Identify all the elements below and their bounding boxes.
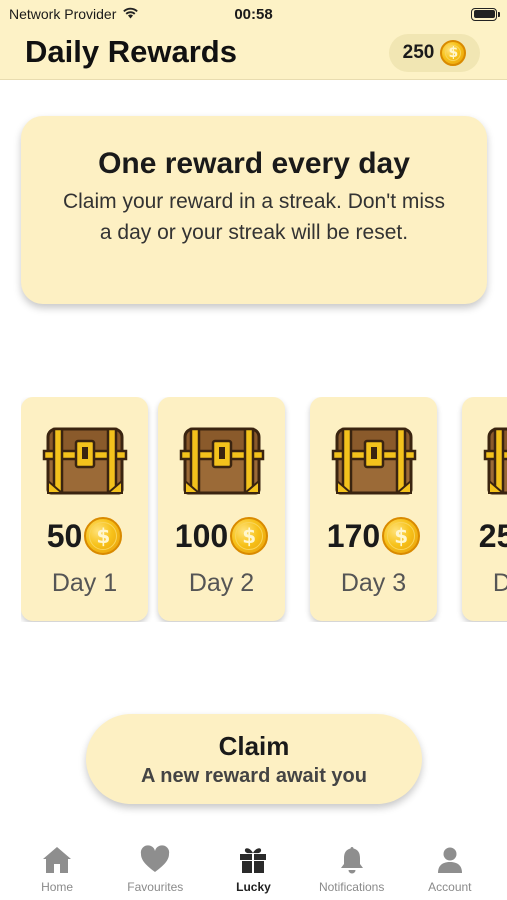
page-title: Daily Rewards [25, 34, 237, 69]
claim-button-title: Claim [218, 731, 290, 761]
tab-notifications[interactable]: Notifications [304, 844, 400, 900]
gift-icon [240, 848, 267, 873]
day-label: Day 3 [340, 569, 407, 597]
day-reward-amount: 250 $ [462, 517, 507, 555]
coin-balance-value: 250 [402, 42, 435, 63]
info-card-title: One reward every day [98, 147, 410, 180]
status-time: 00:58 [234, 5, 273, 23]
treasure-chest-icon [331, 427, 416, 495]
day-label: Day 4 [492, 569, 507, 597]
person-icon [437, 847, 462, 873]
treasure-chest-icon [179, 427, 264, 495]
treasure-chest-icon [483, 427, 507, 495]
heart-icon [141, 845, 170, 872]
tab-account[interactable]: Account [402, 844, 498, 900]
tab-lucky[interactable]: Lucky [205, 844, 301, 900]
tab-label: Home [41, 880, 74, 894]
day-reward-amount: 170 $ [310, 517, 437, 555]
day-amount-value: 100 [174, 517, 229, 554]
day-amount-value: 170 [326, 517, 381, 554]
day-rewards-carousel[interactable]: 50 $ Day 1 100 $ Day 2 170 $ Day 3 25 D [21, 397, 507, 622]
day-reward-amount: 50 $ [21, 517, 148, 555]
coin-icon: $ [84, 517, 123, 555]
day-card[interactable]: 50 $ Day 1 [21, 397, 148, 621]
day-card[interactable]: 100 $ Day 2 [158, 397, 285, 621]
coin-balance-badge[interactable]: 250 $ [389, 34, 480, 72]
tab-label: Favourites [127, 880, 184, 894]
tab-bar: Home Favourites Lucky Notifications Acco… [0, 832, 507, 900]
day-card[interactable]: 250 $ Day 4 [462, 397, 507, 621]
coin-icon: $ [440, 40, 467, 66]
tab-label: Account [428, 880, 472, 894]
bell-icon [340, 847, 363, 874]
wifi-icon [122, 6, 139, 22]
day-reward-amount: 100 $ [158, 517, 285, 555]
day-label: Day 2 [188, 569, 255, 597]
coin-icon: $ [382, 517, 421, 555]
home-icon [43, 847, 72, 873]
app-header: Daily Rewards 250 $ [0, 28, 507, 80]
claim-button[interactable]: Claim A new reward await you [86, 714, 422, 804]
info-card-description: Claim your reward in a streak. Don't mis… [62, 190, 446, 244]
status-bar: Network Provider 00:58 [0, 0, 507, 28]
day-card[interactable]: 170 $ Day 3 [310, 397, 437, 621]
info-card: One reward every day Claim your reward i… [21, 116, 487, 304]
status-left: Network Provider [9, 6, 139, 22]
treasure-chest-icon [42, 427, 127, 495]
carrier-label: Network Provider [9, 6, 117, 22]
day-amount-value: 50 [46, 517, 83, 554]
day-amount-value: 250 [478, 517, 507, 554]
battery-icon [471, 7, 500, 21]
tab-home[interactable]: Home [9, 844, 105, 900]
tab-label: Lucky [236, 880, 271, 894]
day-label: Day 1 [51, 569, 118, 597]
tab-label: Notifications [318, 880, 385, 894]
tab-favourites[interactable]: Favourites [107, 844, 203, 900]
claim-button-subtitle: A new reward await you [141, 765, 367, 787]
coin-icon: $ [230, 517, 269, 555]
